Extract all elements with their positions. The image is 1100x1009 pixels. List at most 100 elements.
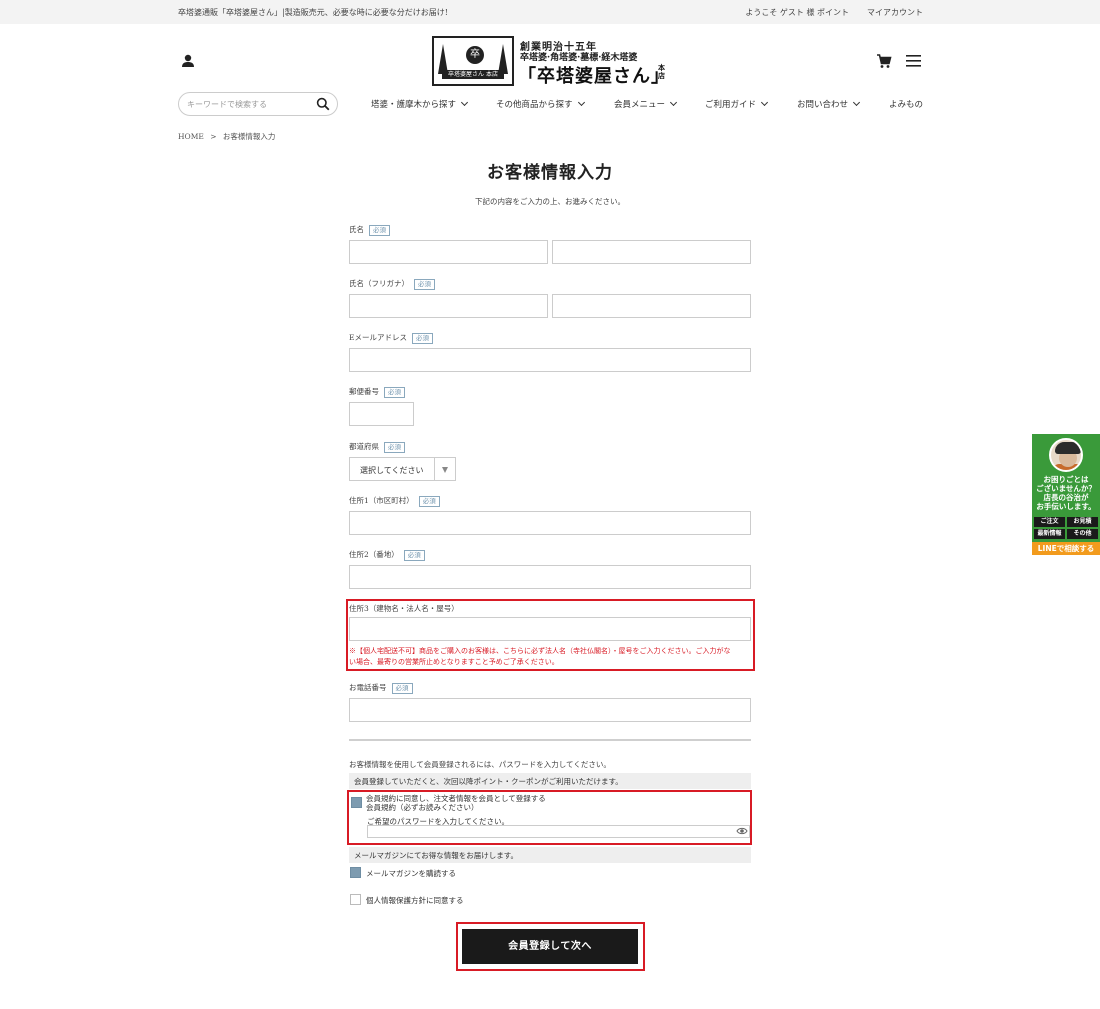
member-benefit-text: 会員登録していただくと、次回以降ポイント・クーポンがご利用いただけます。	[354, 777, 623, 786]
nav-item-toba[interactable]: 塔婆・護摩木から探す	[371, 98, 469, 110]
prefecture-select-value: 選択してください	[360, 466, 424, 475]
cart-icon[interactable]	[876, 53, 892, 69]
required-badge: 必須	[414, 278, 435, 290]
required-badge: 必須	[384, 441, 405, 453]
dropdown-arrow-icon	[442, 467, 448, 473]
address3-label: 住所3（建物名・法人名・屋号）	[349, 604, 459, 613]
required-badge: 必須	[369, 224, 390, 236]
support-message-line: 店長の谷治が	[1043, 493, 1089, 502]
support-banner[interactable]: お困りごとは ございませんか？ 店長の谷治が お手伝いします。 ご注文 お見積 最新情…	[1032, 434, 1100, 555]
nav-label: ご利用ガイド	[705, 100, 757, 110]
privacy-checkbox[interactable]	[350, 894, 361, 905]
member-agree-checkbox[interactable]	[351, 797, 362, 808]
logo-seal-mark: 卒	[466, 46, 484, 64]
chevron-down-icon	[760, 98, 769, 107]
support-news-button[interactable]: 最新情報	[1034, 529, 1065, 539]
nav-item-contact[interactable]: お問い合わせ	[797, 98, 861, 110]
logo-shop-name: 「卒塔婆屋さん」	[518, 66, 670, 87]
welcome-link[interactable]: ようこそ ゲスト 様 ポイント	[745, 7, 849, 18]
logo-honten: 本店	[658, 63, 665, 80]
kana-label: 氏名（フリガナ） 必須	[349, 278, 435, 290]
newsletter-bar-text: メールマガジンにてお得な情報をお届けします。	[354, 851, 519, 860]
store-manager-avatar	[1049, 438, 1083, 472]
eye-icon[interactable]	[736, 826, 748, 836]
member-benefit-bar: 会員登録していただくと、次回以降ポイント・クーポンがご利用いただけます。	[349, 773, 751, 789]
support-other-button[interactable]: その他	[1067, 529, 1098, 539]
address3-note-line2: い場合、最寄りの営業所止めとなりますこと予めご了承ください。	[349, 658, 559, 666]
breadcrumb-current: お客様情報入力	[222, 132, 276, 141]
page-title: お客様情報入力	[487, 163, 613, 183]
required-badge: 必須	[384, 386, 405, 398]
address1-input[interactable]	[349, 511, 751, 535]
phone-label-text: お電話番号	[349, 683, 387, 692]
breadcrumb: HOME > お客様情報入力	[178, 131, 275, 142]
search-box	[178, 92, 338, 116]
last-name-input[interactable]	[349, 240, 548, 264]
select-divider	[434, 458, 435, 480]
search-input[interactable]	[187, 98, 312, 110]
kana-label-text: 氏名（フリガナ）	[349, 279, 409, 288]
password-input[interactable]	[367, 825, 750, 838]
nav-label: 塔婆・護摩木から探す	[371, 100, 457, 110]
line-consult-button[interactable]: LINEで相談する	[1032, 542, 1100, 555]
last-name-kana-input[interactable]	[349, 294, 548, 318]
zip-label-text: 郵便番号	[349, 387, 379, 396]
prefecture-label-text: 都道府県	[349, 442, 379, 451]
support-message-line: お手伝いします。	[1036, 502, 1096, 511]
zip-input[interactable]	[349, 402, 414, 426]
privacy-label[interactable]: 個人情報保護方針に同意する	[366, 895, 464, 906]
nav-item-articles[interactable]: よみもの	[889, 98, 923, 110]
newsletter-checkbox[interactable]	[350, 867, 361, 878]
section-divider	[349, 739, 751, 741]
chevron-down-icon	[669, 98, 678, 107]
first-name-input[interactable]	[552, 240, 751, 264]
prefecture-select[interactable]: 選択してください	[349, 457, 456, 481]
address1-label-text: 住所1（市区町村）	[349, 496, 414, 505]
nav-label: よみもの	[889, 100, 924, 110]
register-intro: お客様情報を使用して会員登録されるには、パスワードを入力してください。	[349, 760, 611, 769]
register-submit-button[interactable]: 会員登録して次へ	[462, 929, 638, 964]
avatar-hair	[1055, 442, 1081, 454]
chevron-down-icon	[577, 98, 585, 107]
hamburger-menu-icon[interactable]	[906, 55, 921, 67]
nav-label: その他商品から探す	[496, 100, 573, 110]
search-icon[interactable]	[316, 97, 330, 111]
support-message-line: ございませんか？	[1036, 484, 1096, 493]
chevron-down-icon	[460, 98, 469, 107]
breadcrumb-separator: >	[210, 132, 217, 141]
support-order-button[interactable]: ご注文	[1034, 517, 1065, 527]
address3-note-line1: ※【個人宅配送不可】商品をご購入のお客様は、こちらに必ず法人名（寺社仏閣名）・屋…	[349, 647, 731, 655]
top-bar: 卒塔婆通販「卒塔婆屋さん」|製造販売元、必要な時に必要な分だけお届け! ようこそ…	[0, 0, 1100, 24]
support-message-line: お困りごとは	[1043, 475, 1089, 484]
member-terms-link[interactable]: 会員規約（必ずお読みください）	[366, 802, 479, 813]
address2-input[interactable]	[349, 565, 751, 589]
required-badge: 必須	[418, 495, 440, 507]
shop-tagline: 卒塔婆通販「卒塔婆屋さん」|製造販売元、必要な時に必要な分だけお届け!	[178, 8, 448, 17]
logo-seal: 卒 卒塔婆屋さん 本店	[432, 36, 514, 86]
required-badge: 必須	[411, 332, 433, 344]
address3-input[interactable]	[349, 617, 751, 641]
nav-item-other-products[interactable]: その他商品から探す	[496, 98, 585, 110]
required-badge: 必須	[391, 682, 413, 694]
my-account-link[interactable]: マイアカウント	[867, 7, 923, 18]
breadcrumb-home[interactable]: HOME	[178, 132, 204, 141]
zip-label: 郵便番号 必須	[349, 386, 405, 398]
phone-label: お電話番号 必須	[349, 682, 413, 694]
nav-item-guide[interactable]: ご利用ガイド	[705, 98, 769, 110]
site-logo[interactable]: 卒 卒塔婆屋さん 本店 創業明治十五年 卒塔婆·角塔婆·墓標·経木塔婆 「卒塔婆…	[432, 36, 670, 87]
support-estimate-button[interactable]: お見積	[1067, 517, 1098, 527]
address1-label: 住所1（市区町村） 必須	[349, 495, 440, 507]
required-badge: 必須	[403, 549, 425, 561]
newsletter-label[interactable]: メールマガジンを購読する	[366, 868, 456, 879]
address2-label-text: 住所2（番地）	[349, 550, 399, 559]
user-icon[interactable]	[180, 53, 196, 69]
nav-item-member-menu[interactable]: 会員メニュー	[614, 98, 678, 110]
name-label-text: 氏名	[349, 225, 364, 234]
phone-input[interactable]	[349, 698, 751, 722]
logo-seal-band: 卒塔婆屋さん 本店	[442, 70, 504, 79]
first-name-kana-input[interactable]	[552, 294, 751, 318]
nav-label: お問い合わせ	[797, 100, 849, 110]
support-message: お困りごとは ございませんか？ 店長の谷治が お手伝いします。	[1032, 475, 1100, 511]
email-input[interactable]	[349, 348, 751, 372]
account-links: ようこそ ゲスト 様 ポイント マイアカウント	[745, 7, 923, 18]
